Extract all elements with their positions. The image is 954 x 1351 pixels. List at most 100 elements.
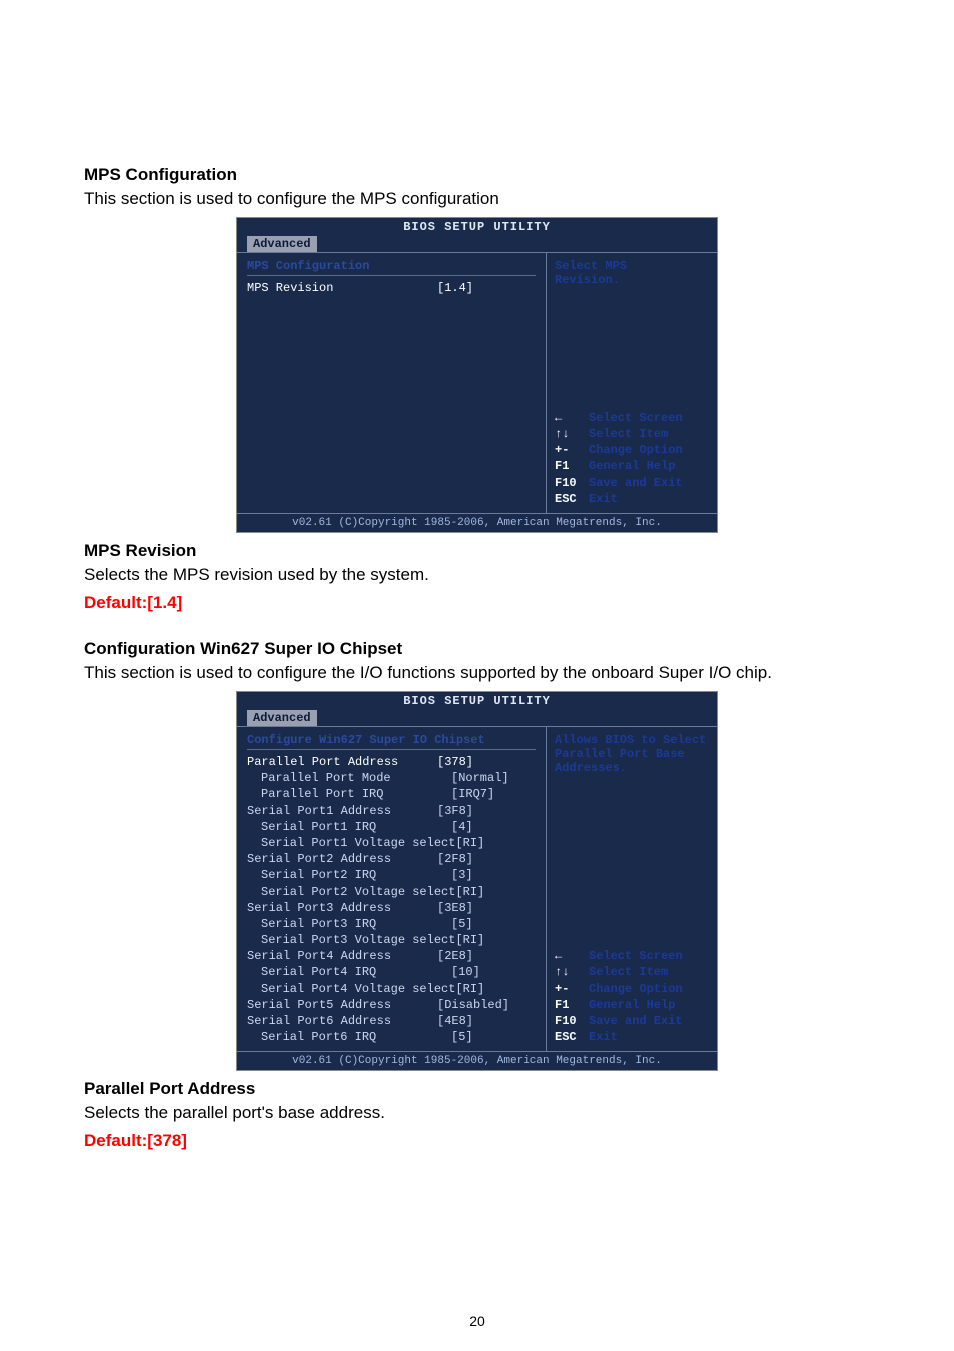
bios-key-desc: Select Item: [589, 426, 668, 442]
bios-help-line: Revision.: [555, 273, 709, 287]
bios-key-row: ESCExit: [555, 1029, 709, 1045]
bios-row-value: [2F8]: [437, 851, 536, 867]
bios-row-label: Serial Port6 Address: [247, 1013, 437, 1029]
bios-key-row: ←Select Screen: [555, 948, 709, 964]
bios-row-value: [5]: [451, 916, 536, 932]
bios-row-value: [3E8]: [437, 900, 536, 916]
bios-key: F10: [555, 475, 589, 491]
bios-row-value: [2E8]: [437, 948, 536, 964]
bios-row-label: Serial Port3 Address: [247, 900, 437, 916]
bios-row-value: [5]: [451, 1029, 536, 1045]
bios-row-label: Serial Port4 Voltage select: [247, 981, 455, 997]
bios-row-label: Serial Port2 Voltage select: [247, 884, 455, 900]
section-heading-superio: Configuration Win627 Super IO Chipset: [84, 639, 870, 659]
bios-key: F1: [555, 997, 589, 1013]
bios-key: +-: [555, 442, 589, 458]
bios-row-value: [RI]: [455, 884, 536, 900]
bios-key-desc: General Help: [589, 458, 675, 474]
bios-help-line: Parallel Port Base: [555, 747, 709, 761]
bios-row: Serial Port3 IRQ[5]: [247, 916, 536, 932]
bios-key: ESC: [555, 491, 589, 507]
bios-key-desc: Change Option: [589, 981, 683, 997]
bios-row-label: Parallel Port Address: [247, 754, 437, 770]
bios-row: Serial Port4 Address[2E8]: [247, 948, 536, 964]
bios-row-value: [RI]: [455, 835, 536, 851]
bios-row-value: [4]: [451, 819, 536, 835]
section-intro-superio: This section is used to configure the I/…: [84, 663, 870, 683]
bios-row: Serial Port2 IRQ[3]: [247, 867, 536, 883]
bios-row: Parallel Port Address[378]: [247, 754, 536, 770]
bios-row-label: Serial Port1 IRQ: [247, 819, 451, 835]
bios-key-desc: Exit: [589, 1029, 618, 1045]
bios-row-value: [1.4]: [437, 280, 536, 296]
bios-row-label: Parallel Port IRQ: [247, 786, 451, 802]
subsection-text-parallel-port: Selects the parallel port's base address…: [84, 1103, 870, 1123]
bios-row-value: [10]: [451, 964, 536, 980]
bios-left-pane: Configure Win627 Super IO Chipset Parall…: [237, 727, 547, 1051]
bios-row: Serial Port3 Voltage select[RI]: [247, 932, 536, 948]
bios-row: Serial Port3 Address[3E8]: [247, 900, 536, 916]
bios-row: Serial Port4 Voltage select[RI]: [247, 981, 536, 997]
bios-key: F1: [555, 458, 589, 474]
bios-row-label: Serial Port4 Address: [247, 948, 437, 964]
default-value: Default:[1.4]: [84, 593, 870, 613]
bios-key-desc: Change Option: [589, 442, 683, 458]
subsection-heading-mps-revision: MPS Revision: [84, 541, 870, 561]
bios-help-line: Addresses.: [555, 761, 709, 775]
bios-key: ←: [555, 948, 589, 964]
bios-row-label: Parallel Port Mode: [247, 770, 451, 786]
bios-tab-row: Advanced: [237, 234, 717, 252]
bios-row-value: [Disabled]: [437, 997, 536, 1013]
bios-row-label: Serial Port3 Voltage select: [247, 932, 455, 948]
bios-title: BIOS SETUP UTILITY: [237, 218, 717, 234]
bios-key: +-: [555, 981, 589, 997]
bios-row-value: [IRQ7]: [451, 786, 536, 802]
bios-row-mps-revision: MPS Revision [1.4]: [247, 280, 536, 296]
bios-row: Serial Port6 Address[4E8]: [247, 1013, 536, 1029]
bios-key: ←: [555, 410, 589, 426]
bios-screenshot-superio: BIOS SETUP UTILITY Advanced Configure Wi…: [236, 691, 718, 1071]
bios-key-desc: Save and Exit: [589, 1013, 683, 1029]
bios-row: Serial Port2 Voltage select[RI]: [247, 884, 536, 900]
bios-row-value: [378]: [437, 754, 536, 770]
bios-row-label: Serial Port2 IRQ: [247, 867, 451, 883]
bios-row-label: Serial Port4 IRQ: [247, 964, 451, 980]
bios-section-title: MPS Configuration: [247, 259, 536, 276]
bios-row-label: Serial Port1 Address: [247, 803, 437, 819]
bios-key: ↑↓: [555, 426, 589, 442]
bios-row: Parallel Port Mode[Normal]: [247, 770, 536, 786]
tab-advanced: Advanced: [247, 710, 317, 726]
bios-right-pane: Select MPS Revision. ←Select Screen↑↓Sel…: [547, 253, 717, 513]
bios-key-row: +-Change Option: [555, 442, 709, 458]
page-number: 20: [0, 1313, 954, 1329]
bios-screenshot-mps: BIOS SETUP UTILITY Advanced MPS Configur…: [236, 217, 718, 533]
default-value: Default:[378]: [84, 1131, 870, 1151]
bios-row: Serial Port1 Voltage select[RI]: [247, 835, 536, 851]
bios-footer: v02.61 (C)Copyright 1985-2006, American …: [237, 513, 717, 532]
bios-row-label: Serial Port3 IRQ: [247, 916, 451, 932]
bios-left-pane: MPS Configuration MPS Revision [1.4]: [237, 253, 547, 513]
bios-help-line: Select MPS: [555, 259, 709, 273]
bios-key-row: F10Save and Exit: [555, 475, 709, 491]
bios-key-row: ↑↓Select Item: [555, 426, 709, 442]
bios-row-label: Serial Port2 Address: [247, 851, 437, 867]
bios-key-row: +-Change Option: [555, 981, 709, 997]
bios-key-row: F1General Help: [555, 997, 709, 1013]
bios-row-value: [RI]: [455, 981, 536, 997]
bios-row: Serial Port1 Address[3F8]: [247, 803, 536, 819]
bios-key-row: F1General Help: [555, 458, 709, 474]
bios-row-value: [3F8]: [437, 803, 536, 819]
bios-row-value: [RI]: [455, 932, 536, 948]
bios-key-row: ↑↓Select Item: [555, 964, 709, 980]
bios-row: Serial Port1 IRQ[4]: [247, 819, 536, 835]
bios-title: BIOS SETUP UTILITY: [237, 692, 717, 708]
bios-footer: v02.61 (C)Copyright 1985-2006, American …: [237, 1051, 717, 1070]
tab-advanced: Advanced: [247, 236, 317, 252]
bios-row-label: MPS Revision: [247, 280, 437, 296]
bios-key-row: F10Save and Exit: [555, 1013, 709, 1029]
bios-key: ↑↓: [555, 964, 589, 980]
section-heading-mps-config: MPS Configuration: [84, 165, 870, 185]
bios-key-desc: Select Item: [589, 964, 668, 980]
bios-row: Parallel Port IRQ[IRQ7]: [247, 786, 536, 802]
bios-key-desc: General Help: [589, 997, 675, 1013]
